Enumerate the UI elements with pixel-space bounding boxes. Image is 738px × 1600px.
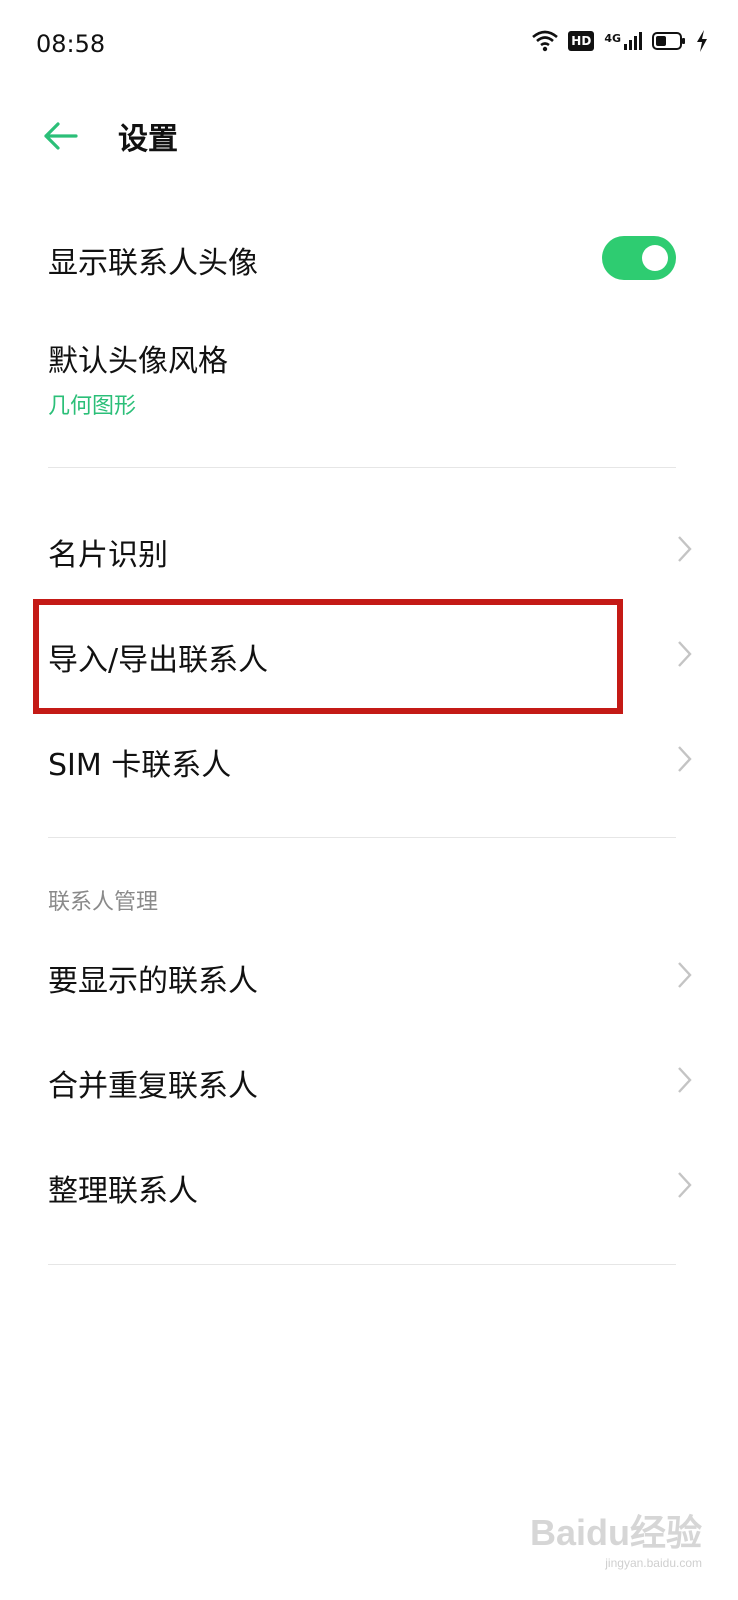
chevron-right-icon xyxy=(678,1067,692,1093)
import-export-label: 导入/导出联系人 xyxy=(48,643,269,678)
battery-icon xyxy=(652,32,685,50)
sim-contacts-row[interactable]: SIM 卡联系人 xyxy=(0,722,738,798)
network-type: 4G xyxy=(604,32,621,45)
list-item[interactable]: 整理联系人 xyxy=(0,1148,738,1224)
page-title: 设置 xyxy=(118,122,178,157)
wifi-icon xyxy=(532,30,559,52)
toggle-knob xyxy=(642,245,668,271)
import-export-row[interactable]: 导入/导出联系人 xyxy=(0,617,738,693)
card-recognition-label: 名片识别 xyxy=(48,538,168,573)
list-item[interactable]: 要显示的联系人 xyxy=(0,938,738,1014)
status-time: 08:58 xyxy=(36,30,106,58)
back-arrow-icon[interactable] xyxy=(40,116,80,156)
status-icons: HD 4G xyxy=(532,30,708,52)
avatar-style-label: 默认头像风格 xyxy=(48,344,228,379)
show-avatar-toggle[interactable] xyxy=(602,236,676,280)
divider-1 xyxy=(48,467,676,468)
sim-contacts-label: SIM 卡联系人 xyxy=(48,748,232,783)
chevron-right-icon xyxy=(678,962,692,988)
watermark-text: Baidu经验 xyxy=(529,1512,702,1553)
chevron-right-icon xyxy=(678,746,692,772)
status-bar: 08:58 HD 4G xyxy=(0,0,738,90)
charging-icon xyxy=(697,30,707,52)
merge-duplicates-label: 合并重复联系人 xyxy=(48,1069,258,1104)
top-bar: 设置 xyxy=(0,100,738,172)
watermark-url: jingyan.baidu.com xyxy=(605,1556,702,1570)
hd-icon: HD xyxy=(568,31,595,51)
display-contacts-label: 要显示的联系人 xyxy=(48,964,258,999)
show-avatar-label: 显示联系人头像 xyxy=(48,246,258,281)
avatar-style-row[interactable]: 默认头像风格 几何图形 xyxy=(0,320,738,430)
chevron-right-icon xyxy=(678,1172,692,1198)
avatar-style-value: 几何图形 xyxy=(48,394,137,419)
list-item[interactable]: 合并重复联系人 xyxy=(0,1043,738,1119)
signal-icon: 4G xyxy=(604,32,642,50)
chevron-right-icon xyxy=(678,536,692,562)
chevron-right-icon xyxy=(678,641,692,667)
card-recognition-row[interactable]: 名片识别 xyxy=(0,512,738,588)
section-title-management: 联系人管理 xyxy=(48,890,159,915)
organize-contacts-label: 整理联系人 xyxy=(48,1174,198,1209)
divider-3 xyxy=(48,1264,676,1265)
watermark: Baidu经验 jingyan.baidu.com xyxy=(530,1504,702,1570)
divider-2 xyxy=(48,837,676,838)
